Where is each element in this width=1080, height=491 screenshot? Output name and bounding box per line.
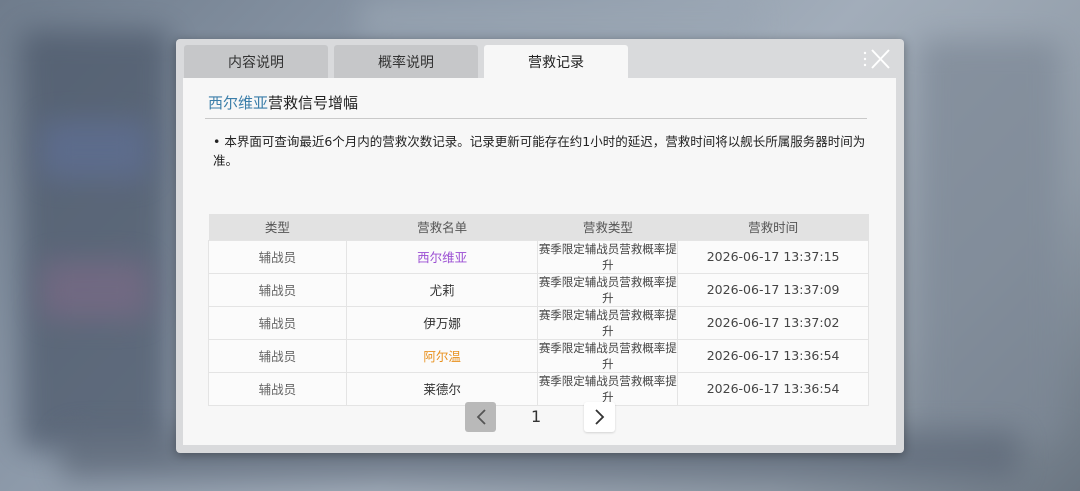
title-highlight: 西尔维亚 <box>208 94 269 112</box>
column-header-time: 营救时间 <box>677 214 869 240</box>
tab-probability-info[interactable]: 概率说明 <box>334 45 478 79</box>
chevron-left-icon <box>476 409 486 425</box>
table-row: 辅战员 伊万娜 赛季限定辅战员营救概率提升 2026-06-17 13:37:0… <box>208 305 869 340</box>
cell-time: 2026-06-17 13:37:15 <box>677 239 869 274</box>
cell-type: 辅战员 <box>208 272 347 307</box>
record-table: 类型 营救名单 营救类型 营救时间 辅战员 西尔维亚 赛季限定辅战员营救概率提升… <box>208 214 869 406</box>
close-button[interactable] <box>862 47 892 71</box>
cell-rescue-type: 赛季限定辅战员营救概率提升 <box>537 239 679 274</box>
pagination: 1 <box>183 401 896 433</box>
prev-page-button[interactable] <box>465 402 496 432</box>
cell-name: 西尔维亚 <box>345 239 539 274</box>
table-header-row: 类型 营救名单 营救类型 营救时间 <box>208 214 869 240</box>
tab-content: 西尔维亚营救信号增幅 • 本界面可查询最近6个月内的营救次数记录。记录更新可能存… <box>183 78 896 445</box>
cell-name: 伊万娜 <box>345 305 539 340</box>
tab-rescue-record[interactable]: 营救记录 <box>484 45 628 79</box>
divider <box>205 118 867 119</box>
column-header-type: 类型 <box>208 214 347 240</box>
chevron-right-icon <box>594 409 604 425</box>
title-rest: 营救信号增幅 <box>268 94 359 112</box>
page-number: 1 <box>531 407 542 426</box>
table-row: 辅战员 阿尔温 赛季限定辅战员营救概率提升 2026-06-17 13:36:5… <box>208 338 869 373</box>
tab-content-info[interactable]: 内容说明 <box>184 45 328 79</box>
column-header-rescue-type: 营救类型 <box>537 214 678 240</box>
background-blur <box>40 260 150 320</box>
next-page-button[interactable] <box>584 402 615 432</box>
cell-rescue-type: 赛季限定辅战员营救概率提升 <box>537 272 679 307</box>
background-blur <box>360 0 760 40</box>
cell-name: 阿尔温 <box>345 338 539 373</box>
cell-rescue-type: 赛季限定辅战员营救概率提升 <box>537 338 679 373</box>
cell-time: 2026-06-17 13:37:02 <box>677 305 869 340</box>
cell-time: 2026-06-17 13:37:09 <box>677 272 869 307</box>
close-icon <box>863 49 890 69</box>
record-dialog: 内容说明 概率说明 营救记录 西尔维亚营救信号增幅 • 本界面可查询最近6个月内… <box>176 39 904 453</box>
background-blur <box>920 40 1060 440</box>
table-row: 辅战员 西尔维亚 赛季限定辅战员营救概率提升 2026-06-17 13:37:… <box>208 239 869 274</box>
cell-name: 尤莉 <box>345 272 539 307</box>
table-row: 辅战员 尤莉 赛季限定辅战员营救概率提升 2026-06-17 13:37:09 <box>208 272 869 307</box>
cell-type: 辅战员 <box>208 305 347 340</box>
cell-type: 辅战员 <box>208 338 347 373</box>
page-title: 西尔维亚营救信号增幅 <box>208 92 358 113</box>
background-blur <box>20 30 170 450</box>
cell-rescue-type: 赛季限定辅战员营救概率提升 <box>537 305 679 340</box>
cell-type: 辅战员 <box>208 239 347 274</box>
column-header-name: 营救名单 <box>346 214 538 240</box>
background-blur <box>40 120 150 180</box>
cell-time: 2026-06-17 13:36:54 <box>677 338 869 373</box>
tab-bar: 内容说明 概率说明 营救记录 <box>184 45 634 79</box>
notice-text: • 本界面可查询最近6个月内的营救次数记录。记录更新可能存在约1小时的延迟，营救… <box>213 134 866 168</box>
